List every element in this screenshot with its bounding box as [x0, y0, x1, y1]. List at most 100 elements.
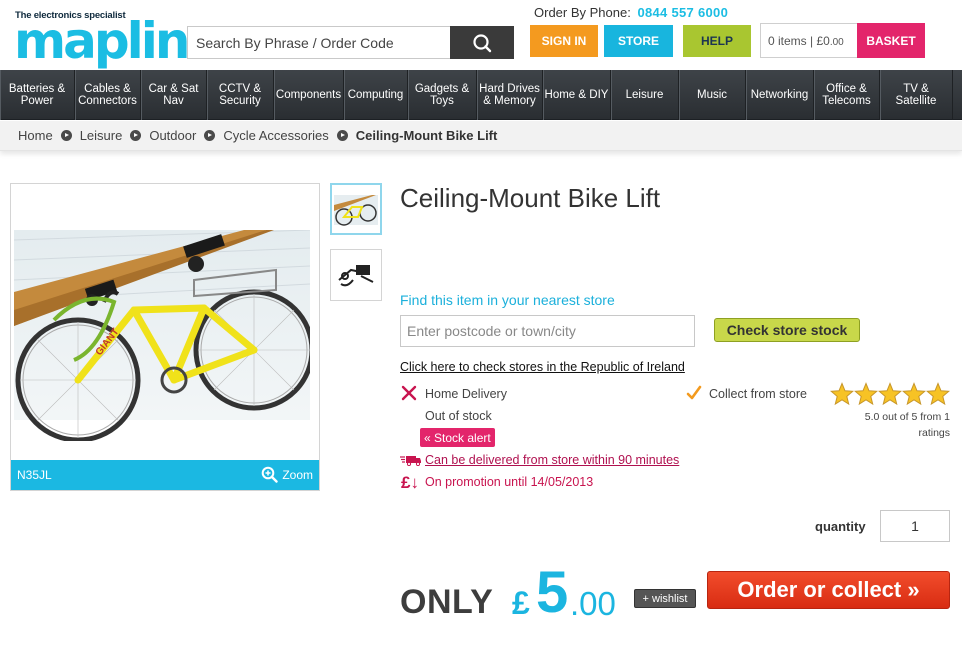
breadcrumb: Home Leisure Outdoor Cycle Accessories C… — [0, 121, 962, 151]
image-caption-bar: N35JL Zoom — [11, 460, 319, 490]
price-whole: 5 — [536, 560, 569, 625]
nav-label: Networking — [750, 88, 809, 101]
order-or-collect-button[interactable]: Order or collect » — [707, 571, 950, 609]
search-icon — [473, 33, 492, 52]
star-icon — [926, 382, 950, 406]
phone-number: 0844 557 6000 — [637, 5, 729, 20]
out-of-stock-label: Out of stock — [425, 409, 492, 423]
thumbnail-1[interactable] — [330, 183, 382, 235]
nav-item-networking[interactable]: Networking — [746, 70, 814, 120]
phone-label: Order By Phone: — [534, 5, 631, 20]
rating-stars — [830, 382, 950, 406]
rating-line-2: ratings — [918, 427, 950, 439]
rating-line-1: 5.0 out of 5 from 1 — [864, 411, 950, 423]
category-nav: Batteries & Power Cables & Connectors Car … — [0, 70, 962, 120]
nav-label: Leisure — [625, 88, 664, 101]
search-bar — [187, 26, 514, 59]
nav-label: Cables & — [84, 82, 131, 95]
phone-order: Order By Phone: 0844 557 6000 — [534, 5, 728, 20]
nav-label: & Memory — [483, 95, 536, 107]
nav-label: CCTV & — [218, 82, 262, 95]
postcode-input[interactable] — [400, 315, 695, 347]
thumbnail-2[interactable] — [330, 249, 382, 301]
nav-item-computing[interactable]: Computing — [344, 70, 408, 120]
nav-label: Car & Sat — [148, 82, 199, 95]
nav-item-gadgets[interactable]: Gadgets & Toys — [408, 70, 477, 120]
sign-in-button[interactable]: SIGN IN — [530, 25, 598, 57]
nav-label: TV & — [903, 82, 929, 95]
nav-label: Security — [219, 95, 261, 107]
ireland-stores-link[interactable]: Click here to check stores in the Republ… — [400, 360, 685, 374]
price-currency: £ — [512, 585, 530, 621]
nav-item-leisure[interactable]: Leisure — [611, 70, 679, 120]
nav-label: Home & DIY — [544, 88, 609, 101]
nav-item-cables[interactable]: Cables & Connectors — [75, 70, 141, 120]
store-button[interactable]: STORE — [604, 25, 673, 57]
nav-label: Computing — [347, 88, 404, 101]
search-button[interactable] — [450, 26, 514, 59]
help-button[interactable]: HELP — [683, 25, 751, 57]
checkmark-icon — [686, 385, 702, 400]
nav-label: Toys — [430, 95, 454, 107]
nav-item-office[interactable]: Office & Telecoms — [814, 70, 880, 120]
nav-item-home-diy[interactable]: Home & DIY — [543, 70, 611, 120]
add-to-wishlist-button[interactable]: + wishlist — [634, 589, 696, 608]
star-icon — [878, 382, 902, 406]
site-header: The electronics specialist maplin Order … — [0, 0, 962, 70]
price-prefix: ONLY — [400, 583, 494, 621]
cross-icon — [401, 385, 417, 401]
basket-summary[interactable]: 0 items | £0.00 BASKET — [760, 23, 925, 58]
find-in-store-label: Find this item in your nearest store — [400, 292, 615, 308]
breadcrumb-arrow-icon — [60, 130, 72, 141]
product-photo: GIANT — [14, 230, 310, 441]
quantity-input[interactable] — [880, 510, 950, 542]
nav-item-tv[interactable]: TV & Satellite — [880, 70, 953, 120]
logo-wordmark: maplin — [14, 12, 191, 70]
nav-item-components[interactable]: Components — [274, 70, 344, 120]
nav-item-car-sat-nav[interactable]: Car & Sat Nav — [141, 70, 207, 120]
basket-count: 0 items | £0 — [768, 34, 830, 48]
search-input[interactable] — [187, 26, 450, 59]
nav-label: Satellite — [895, 95, 937, 107]
zoom-label: Zoom — [282, 467, 313, 482]
stock-alert-button[interactable]: « Stock alert — [420, 428, 495, 447]
nav-label: Batteries & — [8, 82, 66, 95]
nav-item-hard-drives[interactable]: Hard Drives & Memory — [477, 70, 543, 120]
breadcrumb-home[interactable]: Home — [18, 128, 53, 143]
home-delivery-label: Home Delivery — [425, 387, 507, 401]
nav-label: Office & — [826, 82, 867, 95]
zoom-button[interactable]: Zoom — [261, 466, 313, 483]
product-code: N35JL — [17, 468, 52, 482]
basket-button[interactable]: BASKET — [857, 23, 925, 58]
pound-down-icon: £↓ — [401, 473, 419, 492]
nav-label: Hard Drives — [479, 82, 540, 95]
nav-label: Connectors — [78, 95, 137, 107]
nav-item-batteries[interactable]: Batteries & Power — [0, 70, 75, 120]
star-icon — [830, 382, 854, 406]
basket-items: 0 items | £0.00 — [768, 34, 844, 48]
check-store-stock-button[interactable]: Check store stock — [714, 318, 860, 342]
breadcrumb-current: Ceiling-Mount Bike Lift — [355, 128, 498, 143]
breadcrumb-cycle-accessories[interactable]: Cycle Accessories — [223, 128, 328, 143]
nav-label: Music — [696, 88, 728, 101]
product-title: Ceiling-Mount Bike Lift — [400, 183, 661, 213]
nav-item-cctv[interactable]: CCTV & Security — [207, 70, 274, 120]
delivery-van-icon — [400, 456, 421, 466]
maplin-logo[interactable]: The electronics specialist maplin — [14, 10, 191, 66]
nav-item-music[interactable]: Music — [679, 70, 746, 120]
nav-label: Components — [275, 88, 342, 101]
breadcrumb-arrow-icon — [336, 130, 348, 141]
product-main-image[interactable]: GIANT N35JL Zoom — [10, 183, 320, 491]
star-icon — [854, 382, 878, 406]
breadcrumb-outdoor[interactable]: Outdoor — [149, 128, 196, 143]
nav-label: Gadgets & — [414, 82, 470, 95]
breadcrumb-arrow-icon — [204, 130, 216, 141]
promotion-label: On promotion until 14/05/2013 — [425, 475, 594, 489]
breadcrumb-leisure[interactable]: Leisure — [80, 128, 123, 143]
breadcrumb-arrow-icon — [130, 130, 142, 141]
star-icon — [902, 382, 926, 406]
nav-label: Nav — [163, 95, 184, 107]
basket-pence: .00 — [829, 37, 844, 48]
store-delivery-link[interactable]: Can be delivered from store within 90 mi… — [425, 453, 679, 467]
quantity-label: quantity — [815, 519, 866, 534]
